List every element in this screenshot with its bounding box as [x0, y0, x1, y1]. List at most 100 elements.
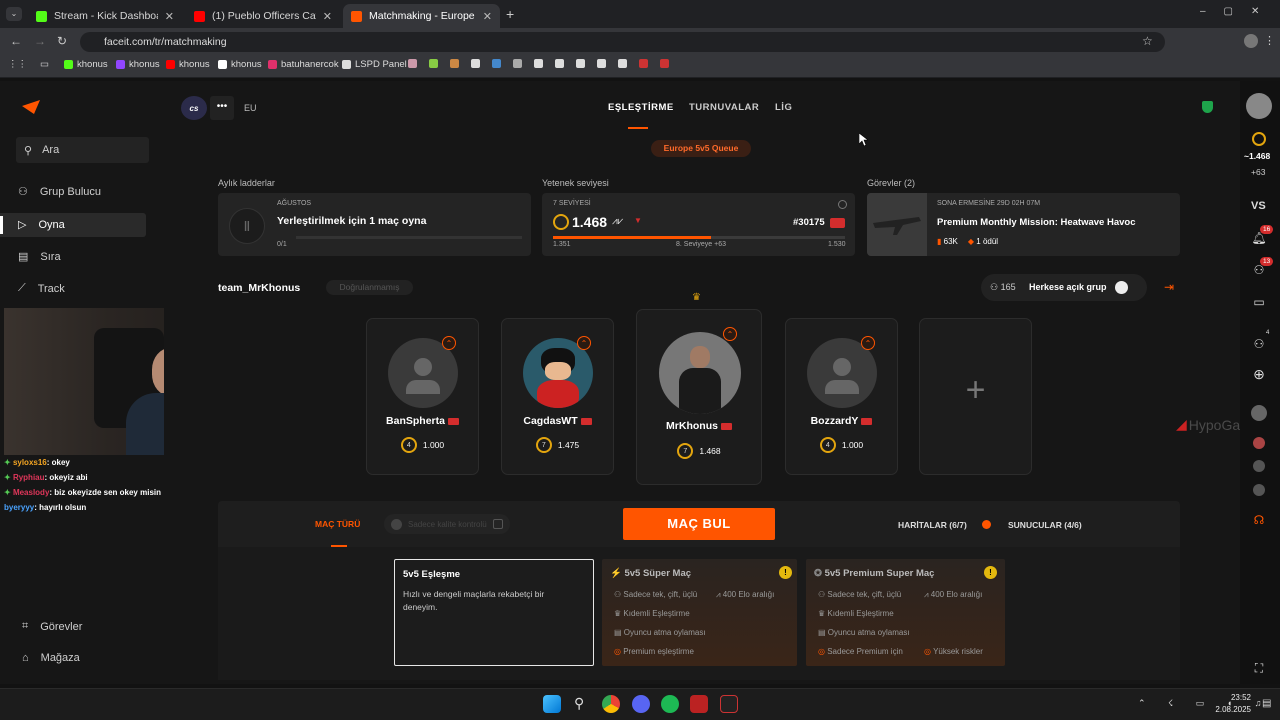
new-tab-button[interactable]: +	[506, 6, 514, 22]
region-label[interactable]: EU	[244, 103, 257, 113]
active-indicator	[0, 216, 3, 234]
search-input[interactable]: ⚲ Ara	[16, 137, 149, 163]
vs-button[interactable]: VS	[1251, 200, 1266, 212]
find-match-button[interactable]: MAÇ BUL	[623, 508, 775, 540]
add-icon[interactable]: ⊕	[1251, 366, 1267, 382]
user-avatar[interactable]	[1246, 93, 1272, 119]
youtube-icon	[194, 10, 205, 22]
close-icon[interactable]: ✕	[165, 10, 174, 23]
headset-icon[interactable]: ☊	[1251, 512, 1267, 528]
mode-title: ✪ 5v5 Premium Super Maç	[814, 568, 935, 579]
bookmark-3[interactable]: khonus	[166, 59, 210, 70]
info-icon[interactable]	[838, 200, 847, 209]
player-elo: 4 1.000	[786, 437, 897, 453]
windows-start-icon[interactable]	[543, 695, 561, 713]
team-name[interactable]: team_MrKhonus	[218, 282, 300, 294]
url-field[interactable]: faceit.com/tr/matchmaking	[80, 32, 1165, 52]
clock-date[interactable]: 2.08.2025	[1210, 705, 1251, 714]
chrome-icon[interactable]	[602, 695, 620, 713]
bookmark-star-icon[interactable]: ☆	[1142, 34, 1153, 48]
toggle-knob[interactable]	[1115, 281, 1128, 294]
notifications-icon[interactable]: ▤	[1262, 698, 1271, 709]
open-party-label: Herkese açık grup	[1029, 282, 1107, 292]
faceit-app-icon[interactable]	[720, 695, 738, 713]
sidebar-item-play[interactable]: ▷ Oyna	[18, 218, 65, 232]
forward-icon[interactable]: →	[34, 34, 46, 48]
quality-filter-toggle[interactable]: Sadece kalite kontrolü	[384, 514, 510, 534]
player-name: CagdasWT	[502, 415, 613, 427]
skill-heading: Yetenek seviyesi	[542, 178, 609, 188]
window-controls[interactable]: –▢✕	[1200, 6, 1277, 17]
folder-icon[interactable]: ▭	[40, 59, 49, 70]
mode-5v5-super[interactable]: ⚡ 5v5 Süper Maç ! ⚇ Sadece tek, çift, üç…	[602, 559, 797, 666]
friend-avatar[interactable]	[1253, 437, 1265, 449]
sidebar-item-track[interactable]: ⟋ Track	[18, 282, 65, 295]
search-icon: ⚲	[24, 144, 33, 157]
queue-badge[interactable]: Europe 5v5 Queue	[651, 140, 751, 157]
tab-league[interactable]: LİG	[775, 102, 792, 113]
premium-warning-icon[interactable]: !	[779, 566, 792, 579]
cs-game-icon[interactable]: cs	[181, 96, 207, 120]
close-icon[interactable]: ✕	[323, 10, 332, 23]
bookmark-1[interactable]: khonus	[64, 59, 108, 70]
profile-avatar[interactable]	[1244, 34, 1258, 48]
sidebar-item-shop[interactable]: ⌂ Mağaza	[22, 652, 80, 664]
tab-faceit[interactable]: Matchmaking - Europe 5v5 Qu✕	[343, 4, 500, 28]
more-games-icon[interactable]: •••	[210, 96, 234, 120]
leave-party-icon[interactable]: ⇥	[1164, 280, 1174, 294]
mode-5v5-premium[interactable]: ✪ 5v5 Premium Super Maç ! ⚇ Sadece tek, …	[806, 559, 1005, 666]
down-arrow-icon: ▼	[634, 216, 642, 225]
apps-icon[interactable]: ⋮⋮	[8, 59, 27, 70]
bookmark-5[interactable]: batuhanercok	[268, 59, 339, 70]
player-card-leader[interactable]: ⌃ MrKhonus 7 1.468	[636, 309, 762, 485]
player-card[interactable]: ⌃ BanSpherta 4 1.000	[366, 318, 479, 475]
player-card[interactable]: ⌃ CagdasWT 7 1.475	[501, 318, 614, 475]
tab-servers[interactable]: SUNUCULAR (4/6)	[1008, 520, 1082, 530]
verify-badge[interactable]: Doğrulanmamış	[326, 280, 413, 295]
anticheat-shield-icon[interactable]	[1202, 101, 1213, 113]
reload-icon[interactable]: ↻	[57, 34, 67, 48]
bookmark-4[interactable]: khonus	[218, 59, 262, 70]
friend-avatar[interactable]	[1253, 460, 1265, 472]
chat-line: ✦ Measlody: biz okeyizde sen okey misin	[4, 488, 161, 497]
skill-max: 1.530	[828, 241, 846, 248]
app-icon[interactable]	[690, 695, 708, 713]
expand-icon[interactable]: ⛶	[1251, 660, 1267, 676]
faceit-logo[interactable]	[22, 100, 40, 114]
tab-kick[interactable]: Stream - Kick Dashboard✕	[28, 4, 182, 28]
sidebar-item-group-finder[interactable]: ⚇ Grup Bulucu	[18, 185, 101, 199]
bookmark-icons[interactable]	[408, 59, 669, 68]
tab-youtube[interactable]: (1) Pueblo Officers Catch Biker✕	[186, 4, 340, 28]
gift-icon: ◆	[967, 237, 975, 246]
mission-expiry: SONA ERMESİNE 29D 02H 07M	[937, 200, 1041, 207]
player-card[interactable]: ⌃ BozzardY 4 1.000	[785, 318, 898, 475]
tab-match-type[interactable]: MAÇ TÜRÜ	[315, 519, 360, 529]
sidebar-item-missions[interactable]: ⌗ Görevler	[22, 620, 82, 633]
tab-maps[interactable]: HARİTALAR (6/7)	[898, 520, 967, 530]
spotify-icon[interactable]	[661, 695, 679, 713]
system-tray-icons[interactable]: ⌃ ☇ ▭ ◖ ♫	[1138, 698, 1271, 709]
party-badge: 4	[1266, 330, 1270, 336]
search-icon[interactable]: ⚲	[574, 695, 584, 712]
discord-icon[interactable]	[632, 695, 650, 713]
bookmark-6[interactable]: LSPD Panel	[342, 59, 407, 70]
party-icon[interactable]: ⚇	[1251, 336, 1267, 352]
bookmark-2[interactable]: khonus	[116, 59, 160, 70]
invite-player-slot[interactable]: +	[919, 318, 1032, 475]
friend-avatar[interactable]	[1253, 484, 1265, 496]
ladder-progress: 0/1	[277, 241, 287, 248]
back-icon[interactable]: ←	[10, 34, 22, 48]
mode-5v5[interactable]: 5v5 Eşleşme Hızlı ve dengeli maçlarla re…	[394, 559, 594, 666]
tab-tournaments[interactable]: TURNUVALAR	[689, 102, 759, 113]
clock-time[interactable]: 23:52	[1217, 693, 1251, 702]
tab-search-button[interactable]: ⌄	[6, 7, 22, 21]
premium-warning-icon[interactable]: !	[984, 566, 997, 579]
close-icon[interactable]: ✕	[483, 10, 492, 23]
menu-dots-icon[interactable]: ⋮	[1264, 34, 1275, 47]
sidebar-item-ranking[interactable]: ▤ Sıra	[18, 250, 61, 264]
friend-avatar[interactable]	[1251, 405, 1267, 421]
turkey-flag-icon	[830, 218, 845, 228]
lightning-icon: ⚡	[610, 568, 622, 579]
chat-icon[interactable]: ▭	[1251, 294, 1267, 310]
tab-matchmaking[interactable]: EŞLEŞTİRME	[608, 102, 674, 113]
